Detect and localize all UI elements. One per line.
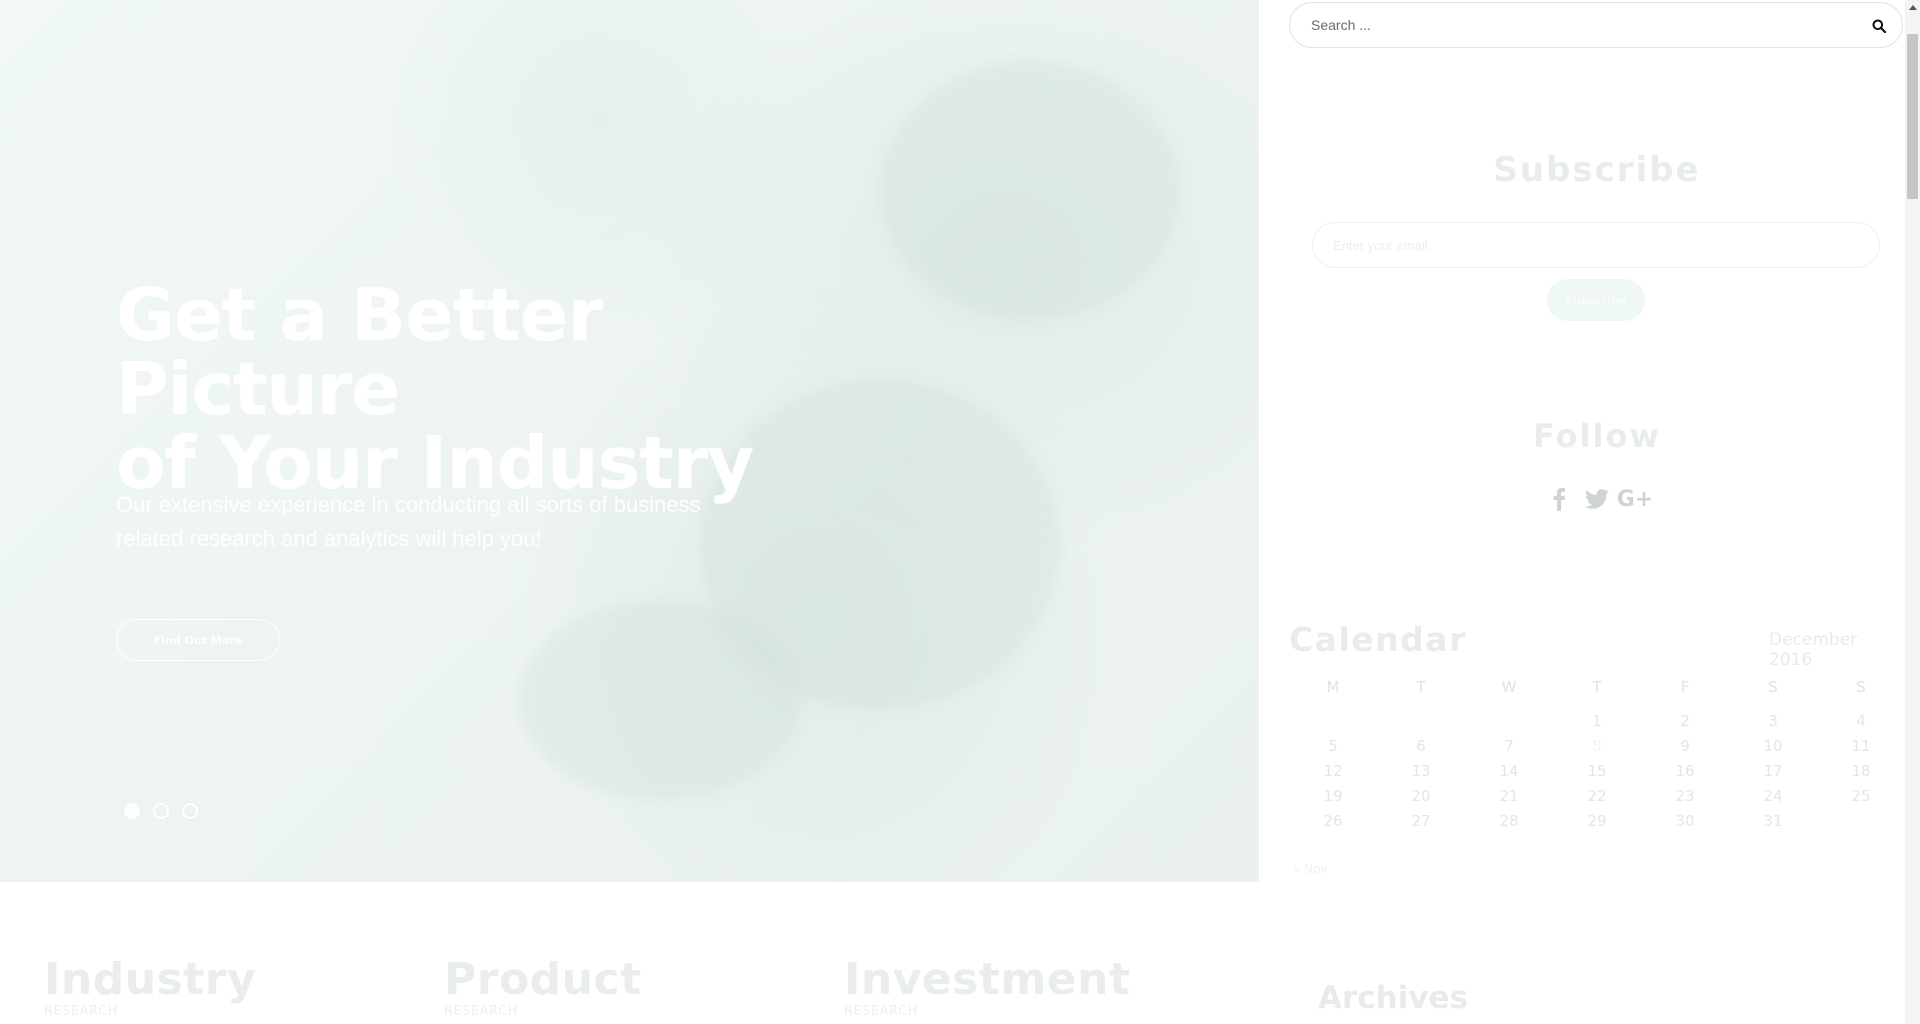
calendar-day: 18 [1851, 761, 1871, 780]
subscribe-title: Subscribe [1493, 150, 1701, 190]
google-plus-icon[interactable]: G+ [1617, 486, 1654, 512]
calendar-day [1289, 708, 1377, 733]
calendar-weekday: F [1680, 678, 1690, 696]
calendar-day: 22 [1587, 786, 1607, 805]
twitter-icon[interactable] [1584, 486, 1610, 512]
hero-background-shape [880, 60, 1180, 320]
calendar-day: 24 [1763, 786, 1783, 805]
calendar-day: 11 [1851, 736, 1871, 755]
hero-subtitle-line-2: related research and analytics will help… [116, 526, 542, 551]
slider-dot-2[interactable] [153, 803, 169, 819]
facebook-icon[interactable] [1546, 486, 1572, 512]
calendar-day: 28 [1499, 811, 1519, 830]
sidebar: Subscribe Subscribe Follow G+ Calendar D… [1259, 0, 1903, 1024]
calendar-title: Calendar [1289, 620, 1467, 659]
page: Get a Better Picture of Your Industry Ou… [0, 0, 1920, 1024]
feature-investment: Investment RESEARCH [844, 955, 1131, 1019]
hero-subtitle: Our extensive experience in conducting a… [116, 488, 736, 556]
calendar-weekday: T [1592, 678, 1602, 696]
search-icon [1872, 19, 1886, 33]
calendar-day: 7 [1504, 736, 1514, 755]
calendar-day: 2 [1680, 711, 1690, 730]
feature-product: Product RESEARCH [444, 955, 642, 1019]
scrollbar-thumb[interactable] [1907, 34, 1918, 199]
calendar-day: 15 [1587, 761, 1607, 780]
calendar-day: 31 [1763, 811, 1783, 830]
slider-pagination [124, 803, 198, 819]
calendar-weekday: W [1501, 678, 1517, 696]
calendar-week: 19 20 21 22 23 24 25 [1289, 783, 1905, 808]
calendar-day [1465, 708, 1553, 733]
feature-subtitle: RESEARCH [844, 1004, 918, 1019]
slider-dot-3[interactable] [182, 803, 198, 819]
chevron-up-icon [1908, 5, 1917, 10]
calendar-day-linked[interactable]: 8 [1553, 733, 1641, 758]
feature-title: Industry [44, 954, 257, 1005]
calendar-day: 6 [1416, 736, 1426, 755]
hero-title-line-1: Get a Better Picture [116, 273, 603, 431]
feature-subtitle: RESEARCH [444, 1004, 518, 1019]
calendar-weekday: T [1416, 678, 1426, 696]
subscribe-button[interactable]: Subscribe [1547, 279, 1645, 321]
hero-slider: Get a Better Picture of Your Industry Ou… [0, 0, 1259, 882]
calendar-weekday: S [1768, 678, 1778, 696]
calendar-day: 16 [1675, 761, 1695, 780]
calendar-weekday: M [1326, 678, 1340, 696]
calendar-day: 9 [1680, 736, 1690, 755]
calendar-day: 5 [1328, 736, 1338, 755]
calendar-day: 4 [1856, 711, 1866, 730]
calendar-day [1817, 808, 1905, 833]
google-plus-glyph: G+ [1616, 486, 1654, 512]
feature-title: Product [444, 954, 642, 1005]
calendar-grid: M T W T F S S 1 2 3 4 5 6 7 8 9 10 11 12… [1289, 678, 1905, 833]
calendar-week: 1 2 3 4 [1289, 708, 1905, 733]
search-form [1289, 2, 1903, 48]
calendar-weekday: S [1856, 678, 1866, 696]
calendar-day: 21 [1499, 786, 1519, 805]
calendar-day [1377, 708, 1465, 733]
social-links: G+ [1259, 486, 1920, 512]
feature-industry: Industry RESEARCH [44, 955, 256, 1019]
follow-title: Follow [1532, 417, 1662, 455]
calendar-day: 20 [1411, 786, 1431, 805]
calendar-week: 12 13 14 15 16 17 18 [1289, 758, 1905, 783]
email-field[interactable] [1312, 222, 1880, 268]
hero-subtitle-line-1: Our extensive experience in conducting a… [116, 492, 701, 517]
calendar-day: 3 [1768, 711, 1778, 730]
calendar-day: 1 [1592, 711, 1602, 730]
feature-title: Investment [844, 954, 1131, 1005]
find-out-more-button[interactable]: Find Out More [116, 619, 280, 661]
calendar-prev-month-link[interactable]: « Nov [1293, 862, 1328, 876]
hero-title: Get a Better Picture of Your Industry [116, 278, 876, 500]
search-button[interactable] [1868, 15, 1890, 37]
calendar-day: 13 [1411, 761, 1431, 780]
calendar-day: 19 [1323, 786, 1343, 805]
feature-subtitle: RESEARCH [44, 1004, 118, 1019]
calendar-day: 25 [1851, 786, 1871, 805]
hero-background-shape [520, 600, 800, 800]
calendar-month: December 2016 [1769, 630, 1858, 670]
calendar-day: 12 [1323, 761, 1343, 780]
calendar-day: 27 [1411, 811, 1431, 830]
archives-title: Archives [1318, 980, 1469, 1016]
search-input[interactable] [1309, 16, 1853, 34]
calendar-day: 10 [1763, 736, 1783, 755]
calendar-day: 26 [1323, 811, 1343, 830]
calendar-day: 29 [1587, 811, 1607, 830]
calendar-day: 17 [1763, 761, 1783, 780]
calendar-week: 26 27 28 29 30 31 [1289, 808, 1905, 833]
slider-dot-1[interactable] [124, 803, 140, 819]
scrollbar-up-arrow[interactable] [1905, 0, 1920, 14]
calendar-day: 30 [1675, 811, 1695, 830]
calendar-day: 14 [1499, 761, 1519, 780]
calendar-week: 5 6 7 8 9 10 11 [1289, 733, 1905, 758]
calendar-weekday-row: M T W T F S S [1289, 678, 1905, 708]
calendar-day: 23 [1675, 786, 1695, 805]
